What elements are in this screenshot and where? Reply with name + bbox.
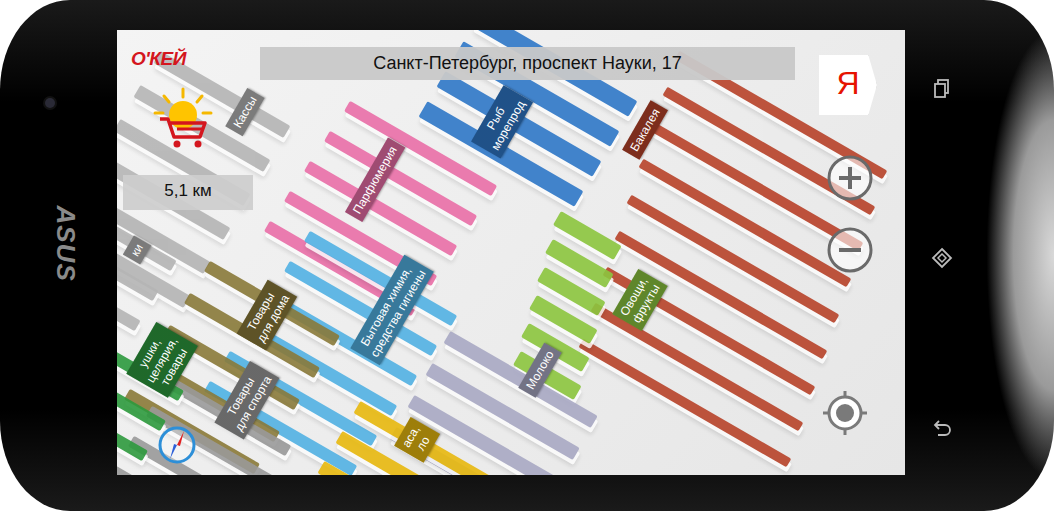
home-icon[interactable] [930,246,954,270]
back-icon[interactable] [930,415,954,439]
zoom-in-icon[interactable] [826,154,874,202]
screen: КассыРыбморепродПарфюмерияБакалеяБытовая… [117,30,905,475]
yandex-badge[interactable]: Я [819,55,877,115]
okey-logo: О'КЕЙ [131,48,186,70]
camera-icon [45,98,55,108]
compass-icon[interactable] [157,425,197,465]
locate-icon[interactable] [821,389,869,437]
brand-logo: ASUS [50,206,81,276]
recent-apps-icon[interactable] [930,76,954,100]
left-bezel: ASUS [0,0,117,511]
address-bar: Санкт-Петербург, проспект Науки, 17 [260,47,795,80]
store-map[interactable]: КассыРыбморепродПарфюмерияБакалеяБытовая… [117,30,905,475]
phone: ASUS КассыРыбморепродПарфюмерияБакалеяБыт… [0,0,1054,511]
right-bezel [905,0,1054,511]
sun-cart-icon [150,85,216,151]
distance-badge: 5,1 км [123,175,253,210]
zoom-out-icon[interactable] [826,226,874,274]
